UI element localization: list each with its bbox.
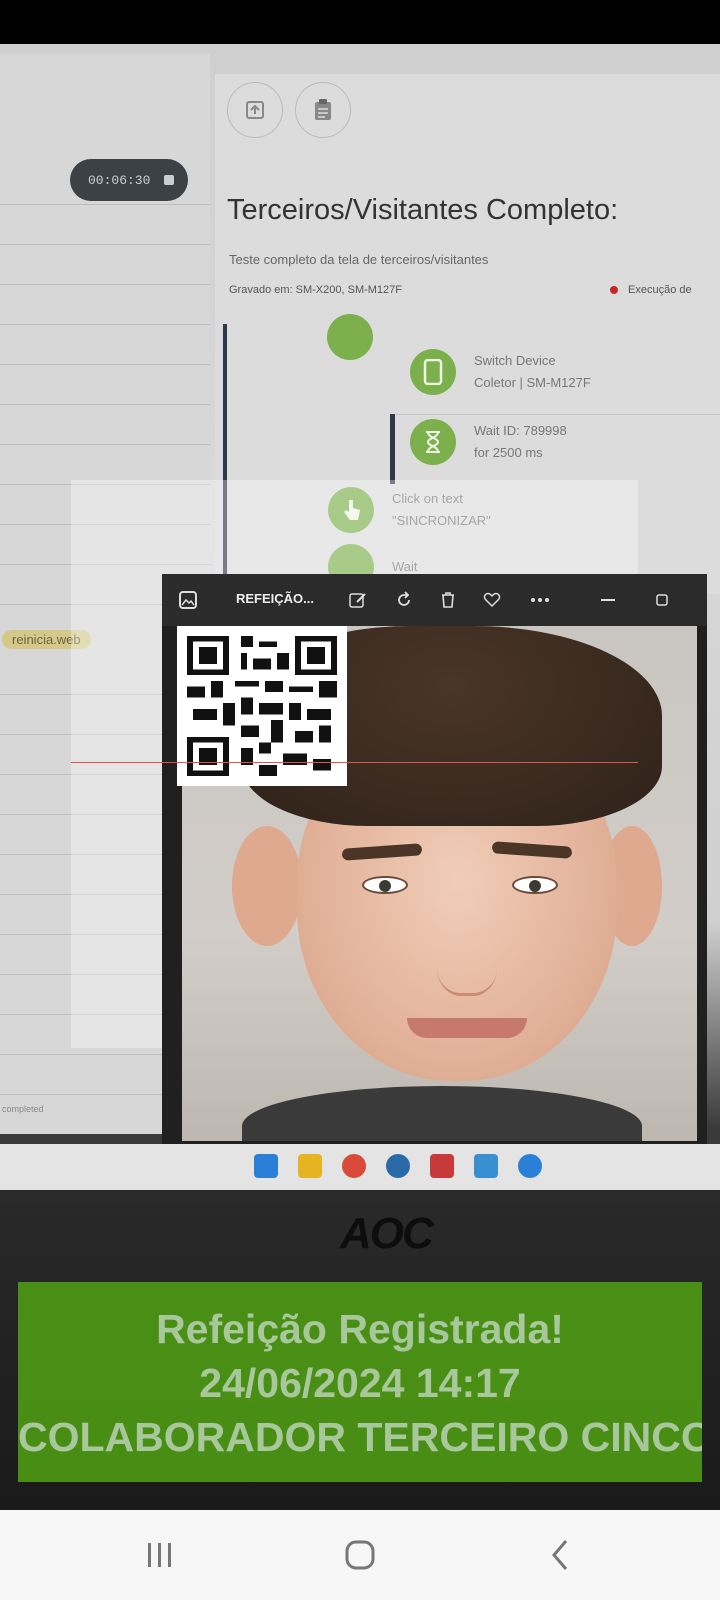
page-title: Terceiros/Visitantes Completo: xyxy=(227,194,619,226)
back-icon[interactable] xyxy=(535,1530,585,1580)
photos-app-icon xyxy=(176,588,200,612)
maximize-icon[interactable] xyxy=(650,588,674,612)
step-title: Switch Device xyxy=(474,353,556,368)
viewer-toolbar: REFEIÇÃO... xyxy=(162,574,707,626)
step-detail: Coletor | SM-M127F xyxy=(474,375,591,390)
page-description: Teste completo da tela de terceiros/visi… xyxy=(229,252,489,267)
browser-icon[interactable] xyxy=(386,1154,410,1178)
maps-icon[interactable] xyxy=(518,1154,542,1178)
execution-status: Execução de xyxy=(610,284,692,296)
favorite-icon[interactable] xyxy=(480,588,504,612)
timer-text: 00:06:30 xyxy=(88,172,151,188)
status-bar xyxy=(0,0,720,44)
photos-icon[interactable] xyxy=(474,1154,498,1178)
step-item[interactable]: Wait ID: 789998 for 2500 ms xyxy=(410,419,567,465)
folder-icon[interactable] xyxy=(298,1154,322,1178)
home-icon[interactable] xyxy=(335,1530,385,1580)
status-dot-icon xyxy=(610,286,618,294)
monitor-brand-logo: AOC xyxy=(340,1209,434,1258)
windows-taskbar xyxy=(0,1144,720,1190)
footer-text: completed xyxy=(2,1104,44,1114)
step-detail: for 2500 ms xyxy=(474,445,543,460)
banner-message: Refeição Registrada! xyxy=(156,1306,564,1352)
step-title: Wait ID: 789998 xyxy=(474,423,567,438)
recording-timer[interactable]: 00:06:30 xyxy=(70,159,188,201)
edit-icon[interactable] xyxy=(346,588,370,612)
recorded-devices: Gravado em: SM-X200, SM-M127F xyxy=(229,284,403,296)
start-icon[interactable] xyxy=(254,1154,278,1178)
minimize-icon[interactable] xyxy=(596,588,620,612)
scan-line xyxy=(71,762,638,763)
camera-screen: 00:06:30 reinicia.web completed Terceiro… xyxy=(0,0,720,1600)
more-options-icon[interactable] xyxy=(528,588,552,612)
recent-apps-icon[interactable] xyxy=(135,1530,185,1580)
chrome-icon[interactable] xyxy=(342,1154,366,1178)
export-icon[interactable] xyxy=(227,82,283,138)
banner-person: COLABORADOR TERCEIRO CINCO xyxy=(18,1414,702,1460)
step-icon-partial xyxy=(327,314,373,360)
viewer-title: REFEIÇÃO... xyxy=(236,591,315,606)
stop-icon[interactable] xyxy=(164,175,175,185)
hourglass-icon xyxy=(410,419,456,465)
phone-icon xyxy=(410,349,456,395)
success-banner: Refeição Registrada! 24/06/2024 14:17 CO… xyxy=(18,1282,702,1482)
delete-icon[interactable] xyxy=(436,588,460,612)
execution-label: Execução de xyxy=(628,284,692,296)
clipboard-icon[interactable] xyxy=(295,82,351,138)
rotate-icon[interactable] xyxy=(392,588,416,612)
step-item[interactable]: Switch Device Coletor | SM-M127F xyxy=(410,349,591,395)
app-icon[interactable] xyxy=(430,1154,454,1178)
banner-datetime: 24/06/2024 14:17 xyxy=(199,1360,521,1406)
navigation-bar xyxy=(0,1510,720,1600)
